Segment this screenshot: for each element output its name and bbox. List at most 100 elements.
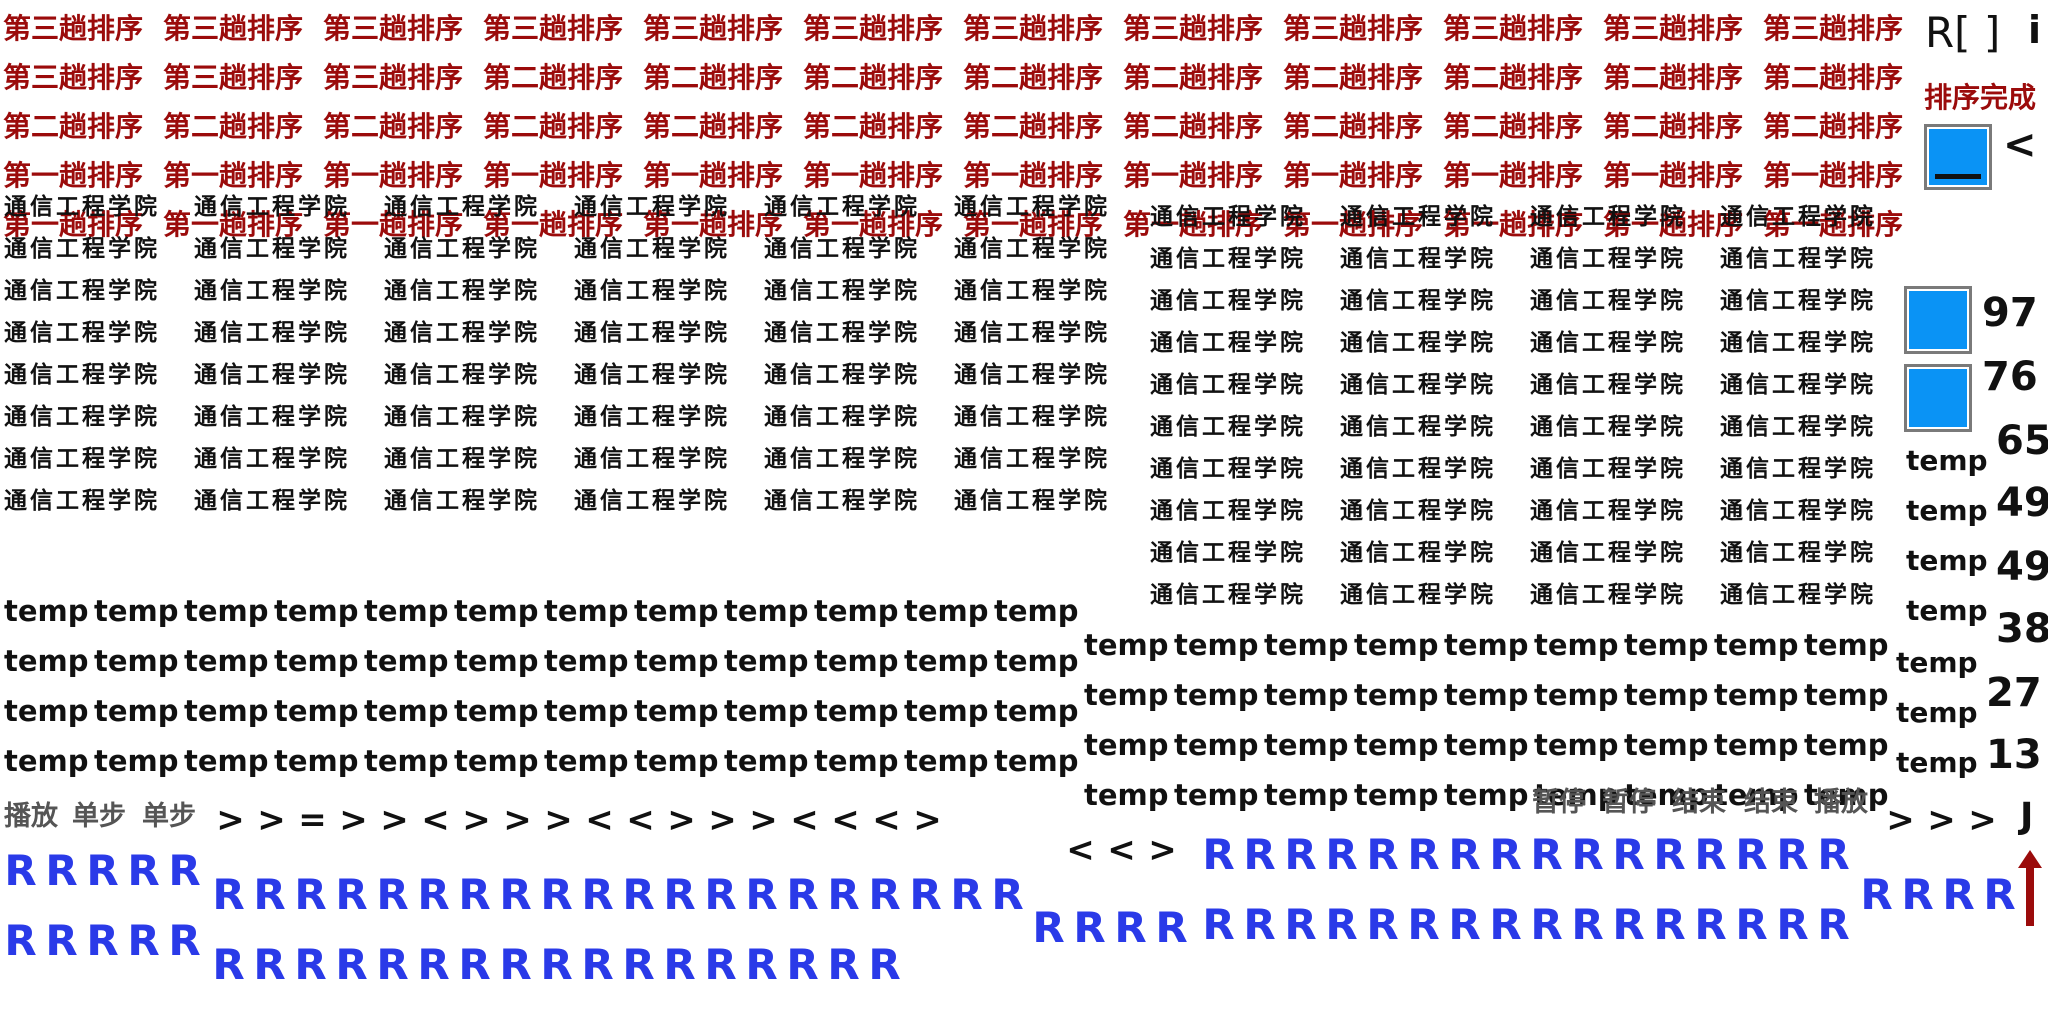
temp-label: temp — [4, 744, 89, 778]
value-5: 38 — [1996, 606, 2048, 652]
temp-label: temp — [904, 744, 989, 778]
college-label: 通信工程学院 — [1720, 329, 1876, 356]
r-glyph: R — [1530, 830, 1563, 879]
r-glyph: R — [294, 870, 327, 919]
temp-label: temp — [364, 644, 449, 678]
college-label: 通信工程学院 — [384, 193, 540, 220]
college-label: 通信工程学院 — [1150, 581, 1306, 608]
pass-label: 第二趟排序 — [483, 110, 624, 143]
temp-label: temp — [1906, 444, 1988, 477]
college-label: 通信工程学院 — [4, 319, 160, 346]
pass-label: 第二趟排序 — [1123, 110, 1264, 143]
r-glyph: R — [1489, 830, 1522, 879]
pass-label: 第三趟排序 — [1443, 12, 1584, 45]
temp-label: temp — [1264, 778, 1349, 812]
college-label: 通信工程学院 — [1150, 245, 1306, 272]
temp-label: temp — [454, 594, 539, 628]
compare-square — [1924, 124, 1992, 190]
college-label: 通信工程学院 — [1530, 497, 1686, 524]
temp-label: temp — [1354, 678, 1439, 712]
r-glyph: R — [253, 940, 286, 989]
r-glyph: R — [86, 846, 119, 895]
temp-label: temp — [1444, 728, 1529, 762]
college-label: 通信工程学院 — [384, 403, 540, 430]
temp-label: temp — [1444, 778, 1529, 812]
temp-label: temp — [1354, 778, 1439, 812]
r-glyph: R — [1571, 900, 1604, 949]
temp-label: temp — [1444, 628, 1529, 662]
temp-label: temp — [1714, 628, 1799, 662]
temp-label: temp — [724, 744, 809, 778]
play-button[interactable]: 播放 — [4, 794, 58, 833]
pass-label: 第三趟排序 — [1763, 12, 1904, 45]
college-label: 通信工程学院 — [1530, 287, 1686, 314]
temp-label: temp — [1714, 678, 1799, 712]
comparison-op: < — [585, 800, 614, 840]
temp-label: temp — [1444, 678, 1529, 712]
r-block-5: RRRR — [1856, 860, 2026, 930]
college-label: 通信工程学院 — [954, 403, 1110, 430]
comparison-op: = — [298, 800, 327, 840]
college-text-block-left: 通信工程学院 通信工程学院 通信工程学院 通信工程学院 通信工程学院 通信工程学院通信工程… — [4, 186, 1154, 522]
college-label: 通信工程学院 — [194, 235, 350, 262]
comparison-op: > — [1927, 800, 1956, 840]
step-button-2[interactable]: 单步 — [142, 794, 196, 833]
pause-button-2[interactable]: 暂停 — [1602, 780, 1656, 819]
play-button-2[interactable]: 播放 — [1814, 780, 1868, 819]
college-text-block-right: 通信工程学院 通信工程学院 通信工程学院 通信工程学院通信工程学院 通信工程学院 通信工程… — [1150, 196, 2030, 616]
r-glyph: R — [1284, 900, 1317, 949]
r-glyph: R — [1735, 830, 1768, 879]
college-label: 通信工程学院 — [4, 445, 160, 472]
info-icon[interactable]: i — [2028, 8, 2041, 52]
comparison-op: > — [749, 800, 778, 840]
r-glyph: R — [458, 940, 491, 989]
temp-label: temp — [814, 694, 899, 728]
r-glyph: R — [1284, 830, 1317, 879]
step-button[interactable]: 单步 — [72, 794, 126, 833]
college-label: 通信工程学院 — [1150, 455, 1306, 482]
pass-label: 第三趟排序 — [803, 12, 944, 45]
temp-label: temp — [1084, 778, 1169, 812]
end-button[interactable]: 结束 — [1672, 780, 1726, 819]
college-label: 通信工程学院 — [1340, 245, 1496, 272]
r-glyph: R — [417, 940, 450, 989]
temp-label: temp — [1174, 728, 1259, 762]
college-label: 通信工程学院 — [574, 193, 730, 220]
pass-label: 第二趟排序 — [1443, 110, 1584, 143]
college-label: 通信工程学院 — [574, 445, 730, 472]
college-label: 通信工程学院 — [384, 445, 540, 472]
temp-label: temp — [1084, 678, 1169, 712]
r-glyph: R — [1202, 830, 1235, 879]
r-glyph: R — [622, 870, 655, 919]
r-glyph: R — [168, 916, 201, 965]
pause-button[interactable]: 暂停 — [1532, 780, 1586, 819]
pointer-j: J — [2020, 796, 2034, 837]
temp-label: temp — [94, 744, 179, 778]
r-glyph: R — [4, 846, 37, 895]
r-glyph: R — [1901, 870, 1934, 919]
college-label: 通信工程学院 — [1150, 539, 1306, 566]
value-6: 27 — [1986, 670, 2042, 716]
r-glyph: R — [499, 870, 532, 919]
college-label: 通信工程学院 — [1530, 371, 1686, 398]
pass-label: 第二趟排序 — [1763, 61, 1904, 94]
temp-label: temp — [94, 644, 179, 678]
r-glyph: R — [1448, 830, 1481, 879]
r-glyph: R — [786, 940, 819, 989]
r-glyph: R — [1860, 870, 1893, 919]
temp-label: temp — [4, 694, 89, 728]
pass-label: 第二趟排序 — [1603, 61, 1744, 94]
r-glyph: R — [1114, 903, 1147, 952]
temp-label: temp — [274, 594, 359, 628]
end-button-2[interactable]: 结束 — [1744, 780, 1798, 819]
comparison-op: > — [667, 800, 696, 840]
college-label: 通信工程学院 — [764, 445, 920, 472]
temp-label: temp — [904, 594, 989, 628]
comparison-op: < — [626, 800, 655, 840]
college-label: 通信工程学院 — [384, 487, 540, 514]
temp-label: temp — [274, 644, 359, 678]
r-glyph: R — [1032, 903, 1065, 952]
r-glyph: R — [335, 940, 368, 989]
college-label: 通信工程学院 — [194, 361, 350, 388]
college-label: 通信工程学院 — [384, 277, 540, 304]
